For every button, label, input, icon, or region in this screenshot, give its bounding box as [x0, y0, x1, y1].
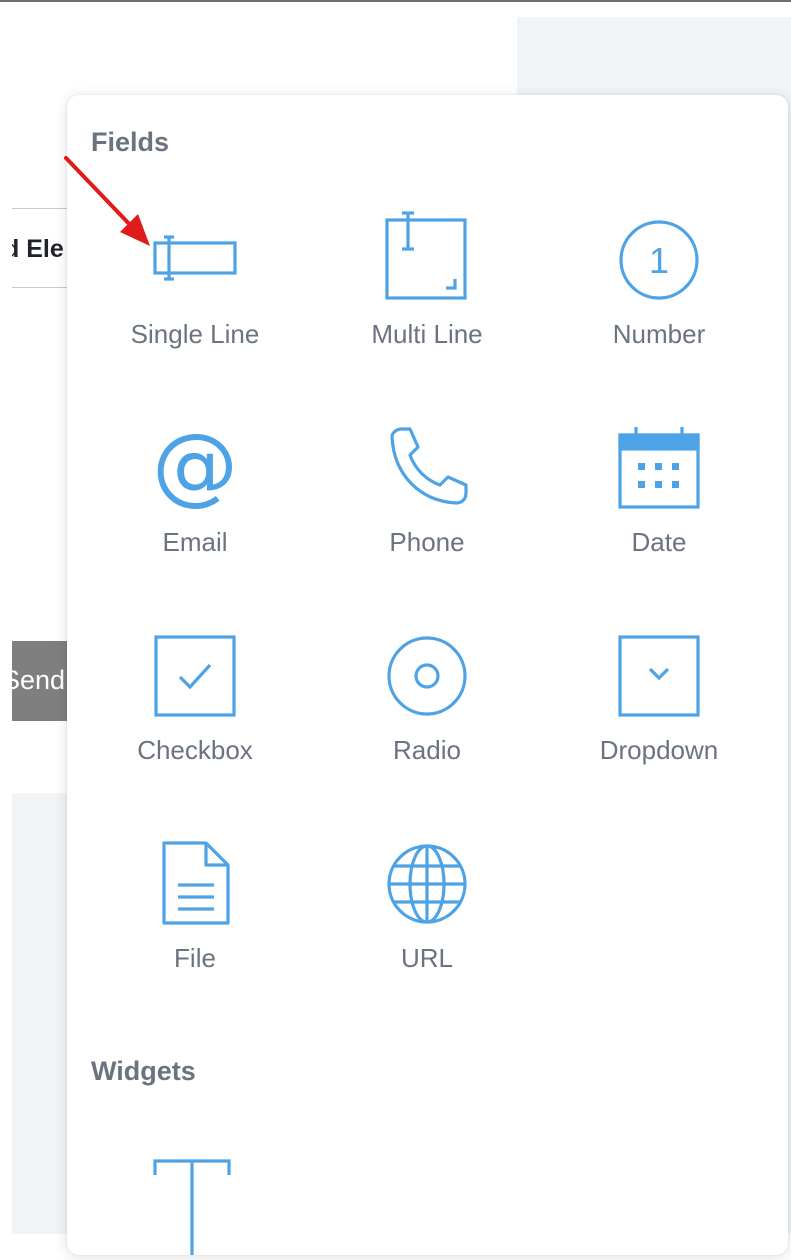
- checkbox-icon: [150, 631, 240, 721]
- field-url[interactable]: URL: [311, 839, 543, 1047]
- email-icon: @: [150, 415, 240, 515]
- field-label: Number: [612, 319, 706, 349]
- file-icon: [150, 839, 240, 929]
- field-single-line[interactable]: Single Line: [79, 215, 311, 423]
- field-phone[interactable]: Phone: [311, 423, 543, 631]
- background-input-text: d Ele: [12, 235, 64, 263]
- field-multi-line[interactable]: Multi Line: [311, 211, 543, 423]
- fields-grid: Single Line Multi Line 1 Number @ Email …: [79, 211, 775, 1047]
- phone-icon: [382, 423, 472, 513]
- field-date[interactable]: Date: [543, 423, 775, 631]
- number-icon-glyph: 1: [649, 240, 669, 281]
- email-icon-glyph: @: [152, 415, 238, 515]
- number-icon: 1: [614, 215, 704, 305]
- add-element-popover: Fields Single Line Multi Line 1 Number @…: [67, 95, 788, 1255]
- radio-icon: [382, 631, 472, 721]
- widget-text[interactable]: [147, 1155, 237, 1255]
- field-label: Phone: [389, 527, 465, 557]
- fields-section-title: Fields: [91, 127, 170, 157]
- field-label: File: [174, 943, 216, 973]
- field-number[interactable]: 1 Number: [543, 215, 775, 423]
- field-label: URL: [400, 943, 453, 973]
- field-label: Date: [631, 527, 687, 557]
- field-label: Multi Line: [371, 319, 483, 349]
- field-email[interactable]: @ Email: [79, 415, 311, 631]
- field-label: Email: [162, 527, 228, 557]
- field-file[interactable]: File: [79, 839, 311, 1047]
- dropdown-icon: [614, 631, 704, 721]
- field-label: Dropdown: [599, 735, 719, 765]
- field-label: Radio: [393, 735, 461, 765]
- widgets-section-title: Widgets: [91, 1056, 196, 1086]
- field-checkbox[interactable]: Checkbox: [79, 631, 311, 839]
- globe-icon: [382, 839, 472, 929]
- background-button-label: Send: [12, 665, 66, 695]
- field-dropdown[interactable]: Dropdown: [543, 631, 775, 839]
- field-radio[interactable]: Radio: [311, 631, 543, 839]
- top-divider: [0, 0, 791, 2]
- calendar-icon: [614, 423, 704, 513]
- multi-line-icon: [382, 211, 472, 305]
- text-widget-icon: [153, 1159, 231, 1255]
- field-label: Single Line: [130, 319, 260, 349]
- single-line-icon: [150, 215, 240, 305]
- field-label: Checkbox: [137, 735, 253, 765]
